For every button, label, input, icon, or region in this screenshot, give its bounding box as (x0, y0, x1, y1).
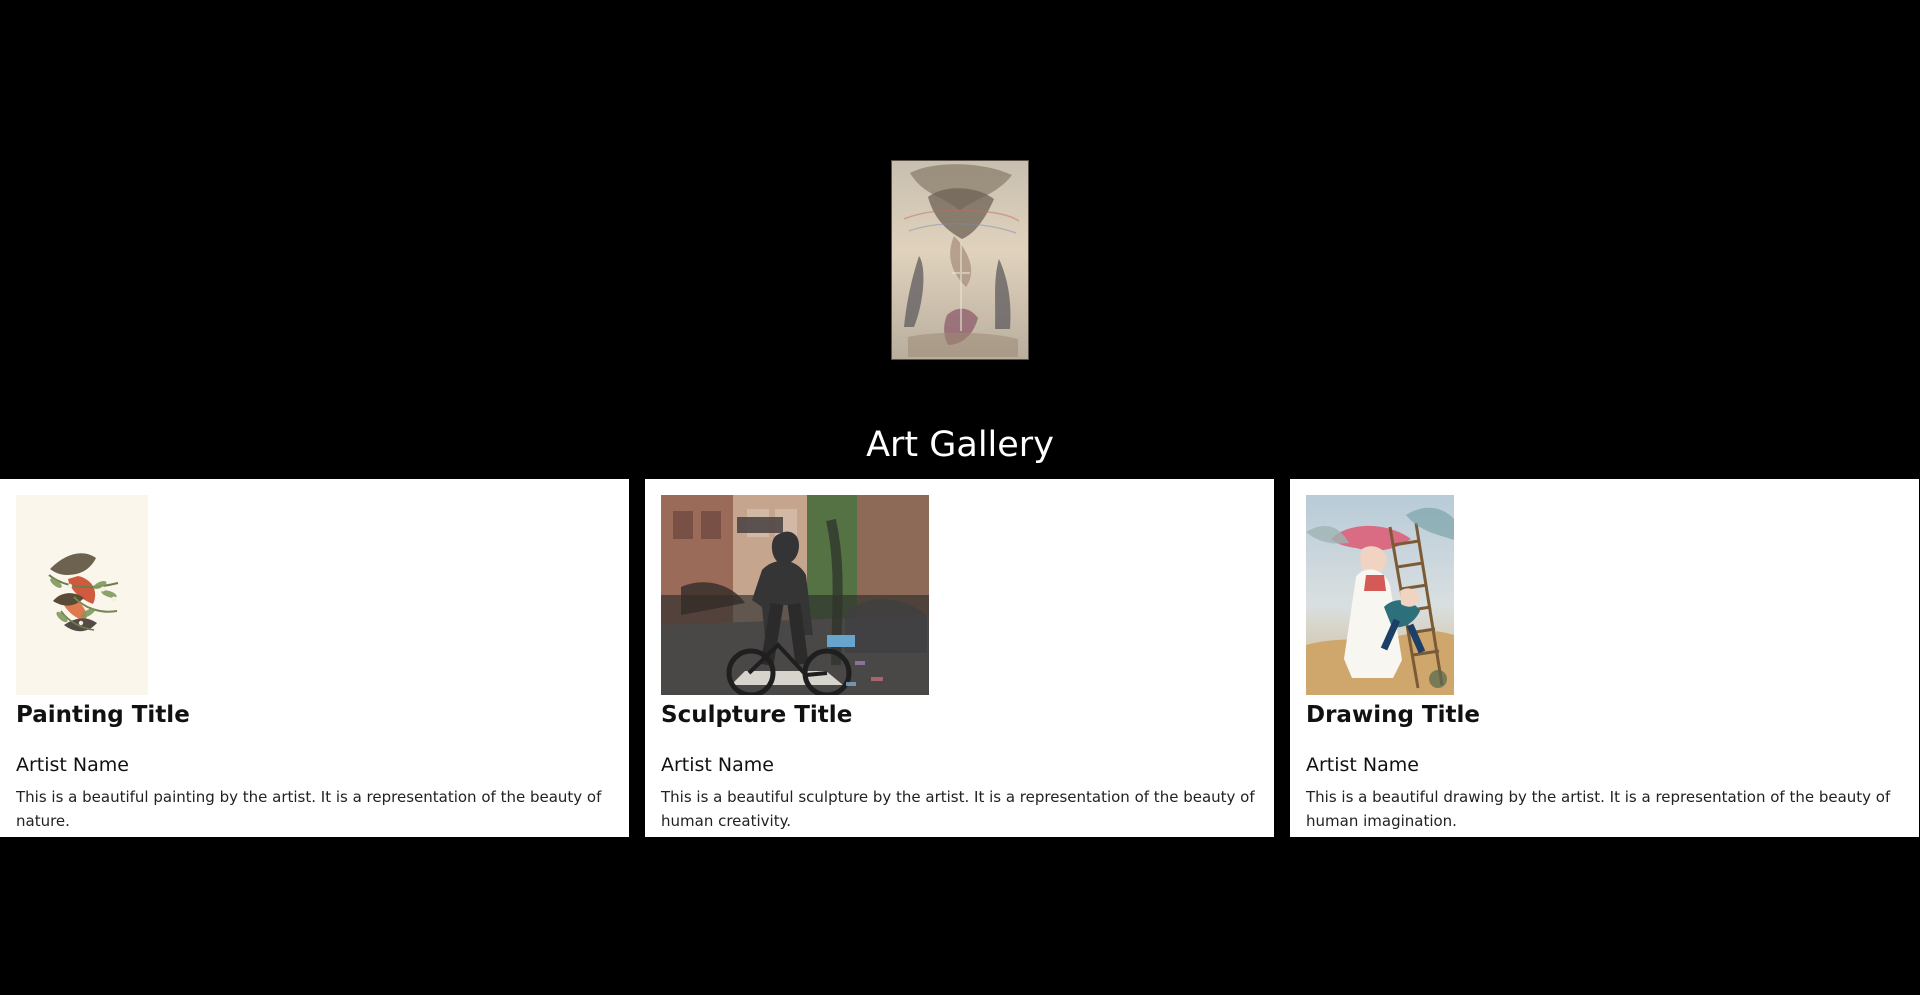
sculpture-card: Sculpture Title Artist Name This is a be… (645, 479, 1274, 837)
illustrated-artwork-icon (892, 161, 1028, 359)
sculpture-description: This is a beautiful sculpture by the art… (661, 788, 1255, 831)
drawing-artist-name: Artist Name (1306, 754, 1419, 777)
gallery-grid: Painting Title Artist Name This is a bea… (0, 479, 1920, 837)
painting-card: Painting Title Artist Name This is a bea… (0, 479, 629, 837)
painting-image (16, 495, 613, 695)
drawing-description: This is a beautiful drawing by the artis… (1306, 788, 1891, 831)
art-gallery-page: Art Gallery Painting Title Artist Name T… (0, 0, 1920, 995)
gallery-title: Art Gallery (866, 425, 1054, 466)
painting-description: This is a beautiful painting by the arti… (16, 788, 602, 831)
street-sculpture-icon (661, 495, 929, 695)
caricature-drawing-icon (1306, 495, 1454, 695)
drawing-image (1306, 495, 1903, 695)
sculpture-title: Sculpture Title (661, 702, 853, 728)
sculpture-image (661, 495, 1258, 695)
sculpture-artist-name: Artist Name (661, 754, 774, 777)
drawing-card: Drawing Title Artist Name This is a beau… (1290, 479, 1919, 837)
drawing-title: Drawing Title (1306, 702, 1480, 728)
painting-title: Painting Title (16, 702, 190, 728)
gallery-header: Art Gallery (0, 0, 1920, 479)
painting-artist-name: Artist Name (16, 754, 129, 777)
hero-artwork-image (891, 160, 1029, 360)
bird-painting-icon (16, 495, 148, 695)
